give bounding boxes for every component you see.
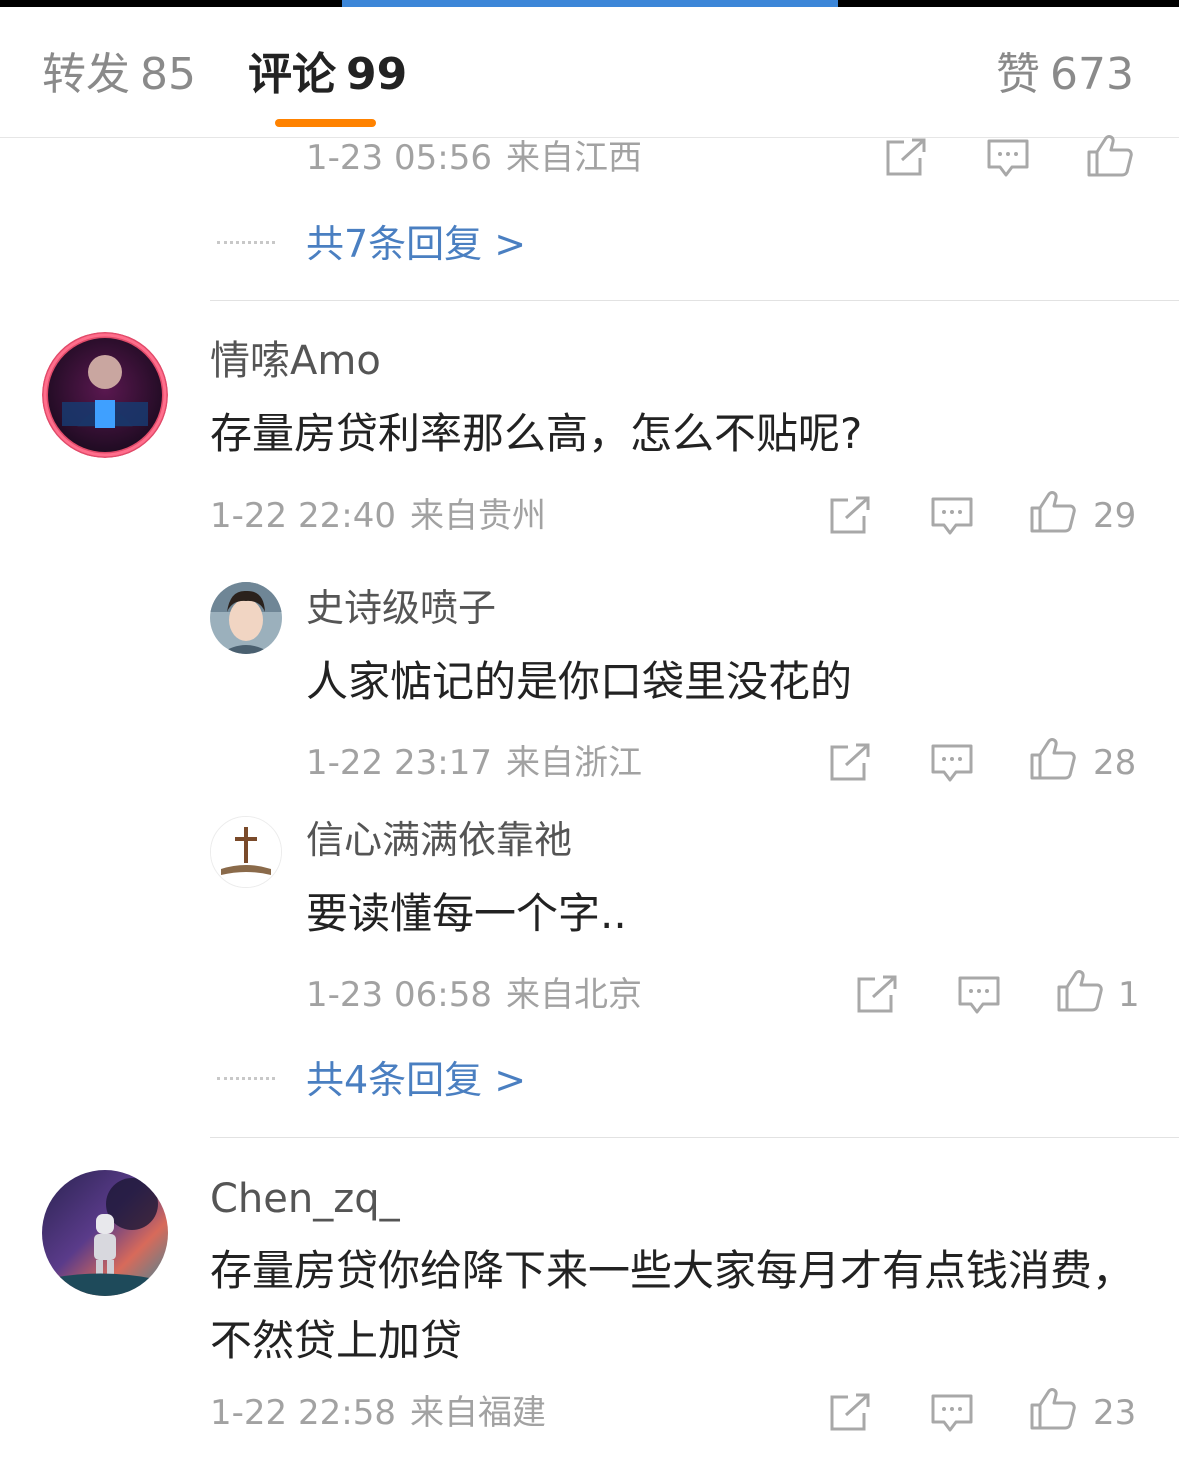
comment-meta: 1-22 22:40 来自贵州 (210, 496, 546, 536)
comment-icon (930, 1393, 974, 1433)
like-count: 23 (1093, 1393, 1137, 1433)
reply-location: 来自北京 (505, 975, 642, 1015)
comment-button[interactable] (986, 138, 1030, 178)
comment-text: 存量房贷利率那么高，怎么不贴呢? (210, 409, 863, 458)
tab-comments-count: 99 (346, 49, 408, 100)
tab-repost-count: 85 (140, 49, 196, 100)
comment-icon (930, 743, 974, 783)
tab-repost[interactable]: 转发 85 (42, 49, 196, 101)
dotted-leader (217, 1077, 275, 1080)
repost-button[interactable] (828, 743, 872, 783)
reply-text: 要读懂每一个字.. (306, 889, 627, 938)
comment-button[interactable] (930, 496, 974, 536)
avatar[interactable] (210, 816, 282, 888)
comment-icon (986, 138, 1030, 178)
tab-comments[interactable]: 评论 99 (248, 49, 407, 101)
username[interactable]: 情嗦Amo (210, 337, 381, 385)
reply-text: 人家惦记的是你口袋里没花的 (306, 657, 853, 706)
status-bar (0, 0, 1179, 7)
repost-button[interactable] (828, 496, 872, 536)
like-count: 29 (1093, 496, 1137, 536)
divider (210, 1137, 1179, 1138)
like-button[interactable] (1056, 969, 1104, 1013)
like-button[interactable] (1029, 1387, 1077, 1431)
comment-button[interactable] (930, 743, 974, 783)
thumbs-up-icon (1086, 134, 1134, 178)
tab-likes-count: 673 (1050, 49, 1134, 100)
reply-username[interactable]: 信心满满依靠祂 (306, 817, 572, 863)
thumbs-up-icon (1056, 969, 1104, 1013)
comment-button[interactable] (930, 1393, 974, 1433)
comment-location: 来自江西 (505, 138, 642, 178)
tab-bar: 转发 85 评论 99 赞 673 (0, 7, 1179, 138)
repost-button[interactable] (828, 1393, 872, 1433)
progress-indicator (342, 0, 838, 7)
comment-location: 来自福建 (409, 1393, 546, 1433)
thumbs-up-icon (1029, 737, 1077, 781)
share-icon (828, 496, 872, 536)
avatar[interactable] (42, 332, 168, 458)
reply-meta: 1-22 23:17 来自浙江 (306, 743, 642, 783)
share-icon (828, 743, 872, 783)
share-icon (884, 138, 928, 178)
comment-time: 1-22 22:58 (210, 1393, 396, 1433)
username[interactable]: Chen_zq_ (210, 1175, 400, 1223)
comment-text: 存量房贷你给降下来一些大家每月才有点钱消费，不然贷上加贷 (210, 1246, 1135, 1365)
active-tab-indicator (275, 119, 376, 127)
avatar[interactable] (42, 1170, 168, 1296)
reply-time: 1-23 06:58 (306, 975, 492, 1015)
share-icon (855, 975, 899, 1015)
tab-repost-label: 转发 (42, 49, 130, 100)
like-button[interactable] (1029, 490, 1077, 534)
tab-comments-label: 评论 (248, 49, 336, 100)
reply-location: 来自浙江 (505, 743, 642, 783)
reply-meta: 1-23 06:58 来自北京 (306, 975, 642, 1015)
share-icon (828, 1393, 872, 1433)
divider (210, 300, 1179, 301)
like-button[interactable] (1029, 737, 1077, 781)
comment-time: 1-23 05:56 (306, 138, 492, 178)
like-count: 1 (1118, 975, 1140, 1015)
comment-meta: 1-23 05:56 来自江西 (306, 138, 642, 178)
tab-likes-label: 赞 (996, 49, 1040, 100)
reply-username[interactable]: 史诗级喷子 (306, 585, 496, 631)
dotted-leader (217, 241, 275, 244)
more-replies-link[interactable]: 共7条回复 > (306, 221, 526, 267)
comment-button[interactable] (957, 975, 1001, 1015)
comment-icon (957, 975, 1001, 1015)
avatar[interactable] (210, 582, 282, 654)
repost-button[interactable] (855, 975, 899, 1015)
comment-icon (930, 496, 974, 536)
comment-meta: 1-22 22:58 来自福建 (210, 1393, 546, 1433)
comment-time: 1-22 22:40 (210, 496, 396, 536)
tab-likes[interactable]: 赞 673 (996, 49, 1134, 101)
thumbs-up-icon (1029, 1387, 1077, 1431)
repost-button[interactable] (884, 138, 928, 178)
comment-location: 来自贵州 (409, 496, 546, 536)
more-replies-link[interactable]: 共4条回复 > (306, 1057, 526, 1103)
like-button[interactable] (1086, 134, 1134, 178)
like-count: 28 (1093, 743, 1137, 783)
reply-time: 1-22 23:17 (306, 743, 492, 783)
thumbs-up-icon (1029, 490, 1077, 534)
